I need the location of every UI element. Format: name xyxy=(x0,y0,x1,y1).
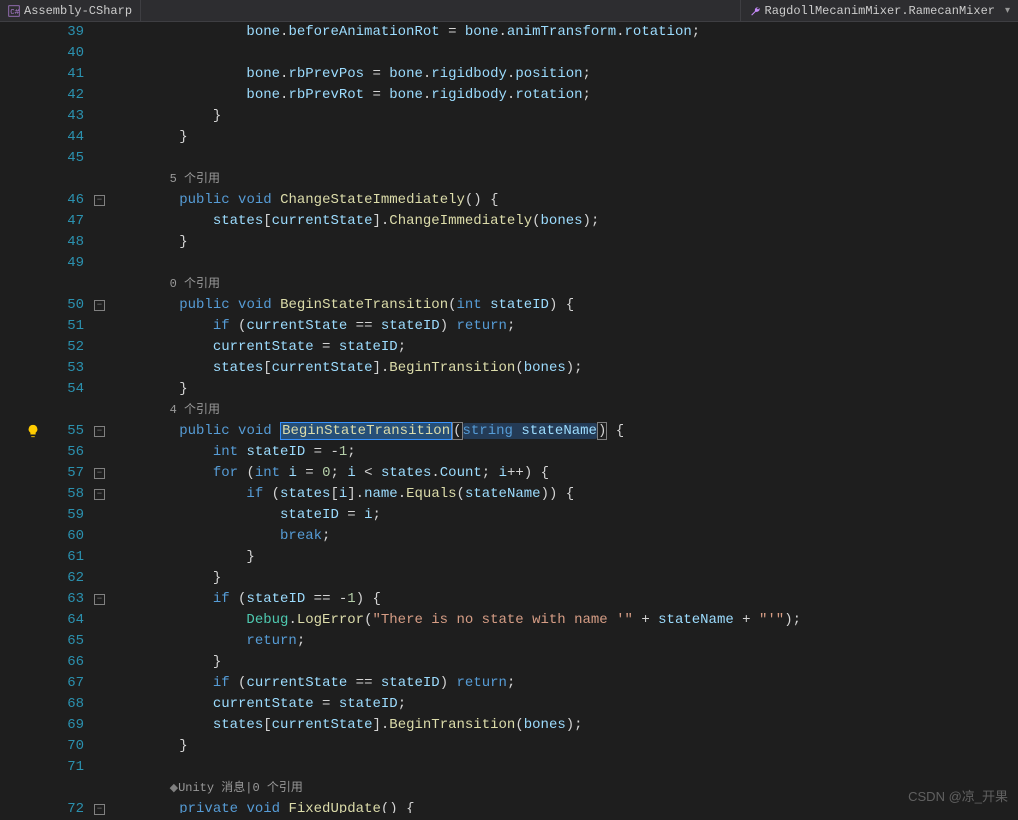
code-content[interactable]: bone.beforeAnimationRot = bone.animTrans… xyxy=(112,22,1018,813)
breadcrumb-bar: C# Assembly-CSharp RagdollMecanimMixer.R… xyxy=(0,0,1018,22)
chevron-down-icon: ▾ xyxy=(1005,5,1010,17)
codelens-references[interactable]: 4 个引用 xyxy=(112,400,1018,421)
fold-toggle[interactable]: − xyxy=(94,468,105,479)
margin-col xyxy=(0,22,44,813)
nav-assembly[interactable]: C# Assembly-CSharp xyxy=(0,0,141,21)
csharp-icon: C# xyxy=(8,5,20,17)
nav-class-label: RagdollMecanimMixer.RamecanMixer xyxy=(765,4,995,18)
codelens-references[interactable]: 5 个引用 xyxy=(112,169,1018,190)
fold-toggle[interactable]: − xyxy=(94,195,105,206)
fold-toggle[interactable]: − xyxy=(94,804,105,815)
fold-toggle[interactable]: − xyxy=(94,300,105,311)
fold-toggle[interactable]: − xyxy=(94,489,105,500)
nav-assembly-label: Assembly-CSharp xyxy=(24,4,132,18)
wrench-icon xyxy=(749,5,761,17)
lightbulb-icon[interactable] xyxy=(26,424,40,438)
svg-text:C#: C# xyxy=(10,9,20,17)
nav-class[interactable]: RagdollMecanimMixer.RamecanMixer ▾ xyxy=(740,0,1018,21)
fold-toggle[interactable]: − xyxy=(94,594,105,605)
fold-column: − − − − − − − xyxy=(92,22,112,813)
code-editor[interactable]: 39 40 41 42 43 44 45 46 47 48 49 50 51 5… xyxy=(0,22,1018,813)
line-number-gutter: 39 40 41 42 43 44 45 46 47 48 49 50 51 5… xyxy=(44,22,92,813)
watermark: CSDN @凉_开果 xyxy=(908,786,1008,805)
codelens-unity[interactable]: ◆Unity 消息|0 个引用 xyxy=(112,778,1018,799)
codelens-references[interactable]: 0 个引用 xyxy=(112,274,1018,295)
fold-toggle[interactable]: − xyxy=(94,426,105,437)
